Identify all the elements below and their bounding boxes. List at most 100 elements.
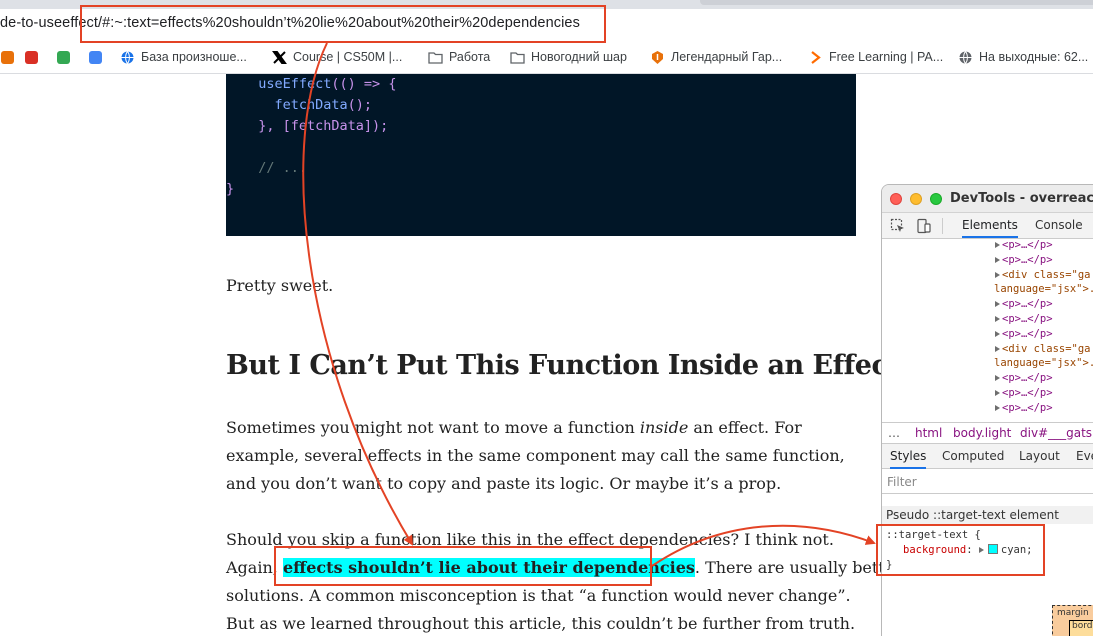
paragraph-2-line-3: solutions. A common misconception is tha… [226, 586, 851, 605]
dom-node[interactable]: <p>…</p> [995, 387, 1053, 399]
minimize-window-button[interactable] [910, 193, 922, 205]
x-logo-icon [272, 50, 287, 65]
bookmark-item[interactable]: Free Learning | PA... [808, 48, 943, 66]
dom-node-text: <p>…</p> [1002, 298, 1053, 311]
dom-node[interactable]: <div class="ga [995, 343, 1091, 355]
zoom-window-button[interactable] [930, 193, 942, 205]
expand-triangle-icon[interactable] [995, 345, 1000, 352]
tab-console[interactable]: Console [1035, 218, 1083, 232]
expand-triangle-icon[interactable] [995, 301, 1000, 308]
section-heading: But I Can’t Put This Function Inside an … [226, 350, 900, 381]
expand-triangle-icon[interactable] [995, 242, 1000, 248]
inspect-element-icon[interactable] [890, 218, 906, 234]
globe-icon [120, 50, 135, 65]
close-window-button[interactable] [890, 193, 902, 205]
breadcrumb: … html body.light div#___gatsby [882, 422, 1093, 444]
code-token: (() => { [331, 76, 397, 92]
devtools-titlebar: DevTools - overreacted [882, 185, 1093, 213]
bookmark-label: База произноше... [141, 50, 247, 64]
code-token: // ... [258, 160, 308, 176]
styles-filter-input[interactable]: Filter [882, 472, 1093, 494]
expand-triangle-icon[interactable] [995, 390, 1000, 396]
text-run: an effect. For [688, 418, 802, 437]
pseudo-element-header: Pseudo ::target-text element [882, 506, 1093, 524]
dom-node[interactable]: <p>…</p> [995, 254, 1053, 266]
text-run: . There are usually better [694, 558, 902, 577]
dom-node[interactable]: language="jsx">. [994, 283, 1093, 295]
chevron-right-icon [808, 50, 823, 65]
bookmark-app-icon-1 [0, 50, 15, 65]
dom-node-text: <p>…</p> [1002, 313, 1053, 325]
expand-triangle-icon[interactable] [995, 404, 1000, 411]
bookmark-item[interactable]: Работа [428, 48, 490, 66]
bookmark-label: Новогодний шар [531, 50, 627, 64]
device-toolbar-icon[interactable] [916, 218, 932, 234]
bookmark-item[interactable]: На выходные: 62... [958, 48, 1088, 66]
dom-node[interactable]: language="jsx">. [994, 357, 1093, 369]
expand-triangle-icon[interactable] [995, 256, 1000, 263]
bookmark-item[interactable] [0, 48, 15, 66]
expand-triangle-icon[interactable] [995, 375, 1000, 382]
dom-node[interactable]: <p>…</p> [995, 239, 1053, 251]
devtools-title: DevTools - overreacted [950, 191, 1093, 206]
bookmark-item[interactable]: База произноше... [120, 48, 247, 66]
code-token: (); [347, 97, 373, 113]
folder-icon [428, 50, 443, 65]
breadcrumb-more[interactable]: … [888, 426, 900, 440]
bookmark-app-icon-4 [88, 50, 103, 65]
bookmark-item[interactable]: Легендарный Гар... [650, 48, 782, 66]
bookmark-label: Course | CS50M |... [293, 50, 403, 64]
bookmark-item[interactable] [24, 48, 39, 66]
browser-tab[interactable] [700, 0, 1093, 5]
expand-triangle-icon[interactable] [995, 316, 1000, 322]
bookmark-label: Free Learning | PA... [829, 50, 944, 64]
dom-node-text: language="jsx">. [994, 283, 1093, 296]
code-line: // ... [242, 158, 307, 179]
expand-triangle-icon[interactable] [995, 330, 1000, 337]
dom-tree: <p>…</p> <p>…</p> <div class="ga language="… [882, 239, 1093, 419]
box-model-border: bord [1069, 620, 1093, 636]
paragraph-1-line-1: Sometimes you might not want to move a f… [226, 414, 802, 442]
text-run: Sometimes you might not want to move a f… [226, 418, 640, 437]
annotation-url-box [80, 5, 606, 43]
bookmark-item[interactable] [56, 48, 71, 66]
dom-node-text: <p>…</p> [1002, 372, 1053, 385]
shield-icon [650, 50, 665, 65]
folder-icon [510, 50, 525, 65]
tab-elements[interactable]: Elements [962, 218, 1018, 238]
bookmark-item[interactable]: Новогодний шар [510, 48, 627, 66]
dom-node-text: <p>…</p> [1002, 387, 1053, 399]
dom-node[interactable]: <p>…</p> [995, 372, 1053, 384]
dom-node-text: <div class="ga [1002, 342, 1091, 355]
bookmark-item[interactable]: Course | CS50M |... [272, 48, 402, 66]
styles-tabbar: Styles Computed Layout Eve [882, 444, 1093, 469]
devtools-tabbar: Elements Console [882, 213, 1093, 239]
bookmark-label: На выходные: 62... [979, 50, 1089, 64]
dom-node-text: <p>…</p> [1002, 239, 1053, 251]
bookmark-label: Легендарный Гар... [671, 50, 783, 64]
bookmark-item[interactable] [88, 48, 103, 66]
dom-node[interactable]: <p>…</p> [995, 298, 1053, 310]
paragraph-pretty-sweet: Pretty sweet. [226, 276, 334, 295]
annotation-highlight-box [274, 546, 652, 586]
expand-triangle-icon[interactable] [995, 271, 1000, 278]
dom-node-text: <p>…</p> [1002, 401, 1053, 414]
box-model-margin-label: margin [1057, 608, 1089, 618]
dom-node[interactable]: <p>…</p> [995, 313, 1053, 325]
paragraph-2-line-4: But as we learned throughout this articl… [226, 614, 856, 633]
breadcrumb-html[interactable]: html [915, 426, 942, 440]
tab-event-listeners[interactable]: Eve [1076, 449, 1093, 463]
dom-node-text: <p>…</p> [1002, 327, 1053, 340]
dom-node-text: <p>…</p> [1002, 253, 1053, 266]
code-line: } [226, 179, 234, 200]
box-model-border-label: bord [1072, 621, 1093, 631]
tab-layout[interactable]: Layout [1019, 449, 1060, 463]
dom-node[interactable]: <p>…</p> [995, 402, 1053, 414]
dom-node[interactable]: <p>…</p> [995, 328, 1053, 340]
tab-computed[interactable]: Computed [942, 449, 1004, 463]
tab-styles[interactable]: Styles [890, 449, 927, 469]
globe-icon [958, 50, 973, 65]
breadcrumb-div-gatsby[interactable]: div#___gatsby [1020, 426, 1093, 440]
dom-node[interactable]: <div class="ga [995, 269, 1091, 281]
breadcrumb-body[interactable]: body.light [953, 426, 1011, 440]
